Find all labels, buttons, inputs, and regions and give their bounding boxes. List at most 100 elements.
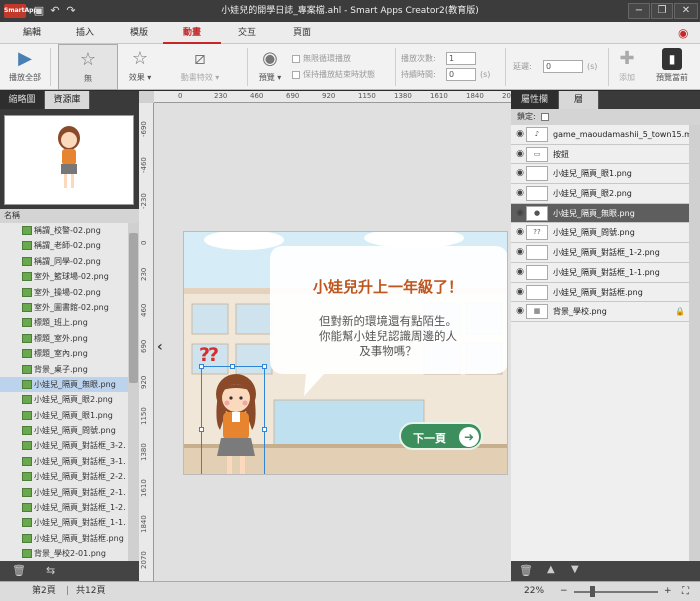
file-item[interactable]: 室外_操場-02.png	[0, 285, 128, 300]
eye-icon[interactable]: ◉	[514, 243, 526, 262]
eye-icon[interactable]: ◉	[514, 164, 526, 183]
play-all-button[interactable]: ▶ 播放全部	[4, 44, 46, 90]
lock-all-checkbox[interactable]	[541, 112, 550, 121]
layer-item[interactable]: ◉ 小娃兒_隔頁_眼1.png	[511, 164, 689, 185]
tab-library[interactable]: 資源庫	[45, 91, 90, 109]
zoom-out-button[interactable]: −	[560, 582, 568, 601]
prev-page-arrow[interactable]: ‹	[157, 339, 163, 355]
eye-icon[interactable]: ◉	[514, 125, 526, 144]
help-icon[interactable]: ◉	[678, 26, 692, 40]
menu-insert[interactable]: 插入	[56, 22, 114, 44]
redo-icon[interactable]: ↷	[64, 4, 78, 18]
file-item[interactable]: 小娃兒_隔頁_對話框_3-2.	[0, 438, 128, 453]
selection-box[interactable]	[199, 364, 267, 474]
animation-none-button[interactable]: ☆ 無	[58, 44, 118, 90]
layer-item[interactable]: ◉ ● 小娃兒_隔頁_無眼.png	[511, 203, 689, 224]
image-file-icon	[22, 426, 32, 436]
file-item[interactable]: 小娃兒_隔頁_對話框_1-1.	[0, 515, 128, 530]
ruler-tick-label: 460	[250, 92, 264, 100]
file-item[interactable]: 背景_學校2-01.png	[0, 546, 128, 561]
tab-thumbnails[interactable]: 縮略圖	[0, 91, 45, 109]
file-item[interactable]: 標題_室內.png	[0, 346, 128, 361]
file-item[interactable]: 標題_室外.png	[0, 331, 128, 346]
menu-template[interactable]: 模版	[110, 22, 168, 44]
save-icon[interactable]: ▣	[32, 4, 46, 18]
layer-item[interactable]: ◉ ♪ game_maoudamashii_5_town15.mp3	[511, 125, 700, 145]
zoom-slider[interactable]	[574, 591, 658, 593]
file-item[interactable]: 稱謂_老師-02.png	[0, 238, 128, 253]
preview-current-button[interactable]: ▮ 預覽當前	[648, 44, 696, 90]
layer-name: 小娃兒_隔頁_眼1.png	[553, 169, 632, 179]
file-item[interactable]: 室外_籃球場-02.png	[0, 269, 128, 284]
layer-list-scrollbar[interactable]	[689, 125, 700, 561]
tab-layers[interactable]: 層	[559, 91, 599, 109]
play-count-field[interactable]: 1	[446, 52, 476, 65]
eye-icon[interactable]: ◉	[514, 263, 526, 282]
eye-icon[interactable]: ◉	[514, 184, 526, 203]
file-item[interactable]: 稱謂_校警-02.png	[0, 223, 128, 238]
maximize-button[interactable]: ❐	[651, 3, 673, 19]
play-all-icon: ▶	[18, 48, 32, 69]
preview-dropdown[interactable]: ◉ 預覽 ▾	[253, 44, 287, 90]
next-page-button[interactable]: 下一頁 ➜	[399, 422, 483, 450]
menu-edit[interactable]: 編輯	[3, 22, 61, 44]
file-item[interactable]: 小娃兒_隔頁_對話框.png	[0, 531, 128, 546]
tab-properties[interactable]: 屬性欄	[511, 91, 559, 109]
page-stage[interactable]: 小娃兒升上一年級了！ 但對新的環境還有點陌生。 你能幫小娃兒認識周邊的人 及事物…	[183, 231, 508, 475]
import-icon[interactable]: ⇆	[46, 564, 55, 577]
file-item[interactable]: 小娃兒_隔頁_對話框_1-2.	[0, 500, 128, 515]
minimize-button[interactable]: −	[628, 3, 650, 19]
move-down-icon[interactable]: ▼	[571, 564, 579, 575]
eye-icon[interactable]: ◉	[514, 302, 526, 321]
menu-animation[interactable]: 動畫	[163, 22, 221, 44]
layer-item[interactable]: ◉ ▦ 背景_學校.png 🔒	[511, 302, 689, 322]
menu-interaction[interactable]: 交互	[218, 22, 276, 44]
file-item[interactable]: 小娃兒_隔頁_眼2.png	[0, 392, 128, 407]
layer-item[interactable]: ◉?? 小娃兒_隔頁_問號.png	[511, 223, 689, 244]
effect-dropdown[interactable]: ☆ 效果 ▾	[122, 44, 158, 90]
resource-panel: 縮略圖 資源庫 名稱 稱謂_校警-02.png 稱謂_老師-02.png 稱謂_同學…	[0, 91, 139, 581]
file-item[interactable]: 室外_圖書館-02.png	[0, 300, 128, 315]
undo-icon[interactable]: ↶	[48, 4, 62, 18]
delete-layer-icon[interactable]: 🗑	[519, 564, 533, 577]
file-item[interactable]: 小娃兒_隔頁_問號.png	[0, 423, 128, 438]
file-list-scrollbar[interactable]	[128, 223, 139, 561]
file-item[interactable]: 小娃兒_隔頁_對話框_2-2.	[0, 469, 128, 484]
menu-page[interactable]: 頁面	[273, 22, 331, 44]
move-up-icon[interactable]: ▲	[547, 564, 555, 575]
file-item[interactable]: 小娃兒_隔頁_眼1.png	[0, 408, 128, 423]
loop-play-checkbox[interactable]: 無限循環播放	[292, 52, 351, 65]
stage-title: 小娃兒升上一年級了！	[312, 278, 463, 296]
file-item[interactable]: 小娃兒_隔頁_無眼.png	[0, 376, 128, 393]
anim-effect-dropdown[interactable]: ⧄ 動畫特效 ▾	[170, 44, 230, 90]
close-button[interactable]: ✕	[674, 3, 698, 19]
layer-item[interactable]: ◉ 小娃兒_隔頁_眼2.png	[511, 184, 689, 204]
file-name: 小娃兒_隔頁_眼2.png	[34, 395, 113, 405]
zoom-level: 22%	[524, 586, 545, 596]
delay-field[interactable]: 0	[543, 60, 583, 73]
trash-icon[interactable]: 🗑	[12, 564, 26, 577]
layer-item[interactable]: ◉ 小娃兒_隔頁_對話框_1-2.png	[511, 243, 689, 263]
eye-icon[interactable]: ◉	[514, 145, 526, 164]
zoom-in-button[interactable]: +	[664, 582, 672, 601]
add-button[interactable]: ✚ 添加	[612, 44, 642, 90]
duration-field[interactable]: 0	[446, 68, 476, 81]
fit-screen-icon[interactable]: ⛶	[682, 582, 689, 601]
zoom-slider-thumb[interactable]	[590, 586, 596, 597]
eye-icon[interactable]: ◉	[514, 223, 526, 242]
layer-item[interactable]: ◉ 小娃兒_隔頁_對話框.png	[511, 283, 689, 303]
eye-icon[interactable]: ◉	[514, 283, 526, 302]
file-item[interactable]: 小娃兒_隔頁_對話框_3-1.	[0, 454, 128, 469]
eye-icon[interactable]: ◉	[514, 204, 526, 223]
add-icon: ✚	[619, 48, 635, 69]
layer-item[interactable]: ◉ ▭ 按鈕	[511, 145, 689, 165]
file-name: 稱謂_校警-02.png	[34, 226, 101, 235]
file-item[interactable]: 標題_班上.png	[0, 315, 128, 330]
file-item[interactable]: 稱謂_同學-02.png	[0, 254, 128, 269]
file-item[interactable]: 小娃兒_隔頁_對話框_2-1.	[0, 485, 128, 500]
keep-end-state-checkbox[interactable]: 保持播放結束時狀態	[292, 68, 375, 81]
lock-icon[interactable]: 🔒	[675, 302, 685, 321]
file-item[interactable]: 背景_桌子.png	[0, 362, 128, 377]
layer-item[interactable]: ◉ 小娃兒_隔頁_對話框_1-1.png	[511, 263, 689, 283]
canvas-area: ‹ › ▣ 小娃兒升	[154, 103, 511, 581]
